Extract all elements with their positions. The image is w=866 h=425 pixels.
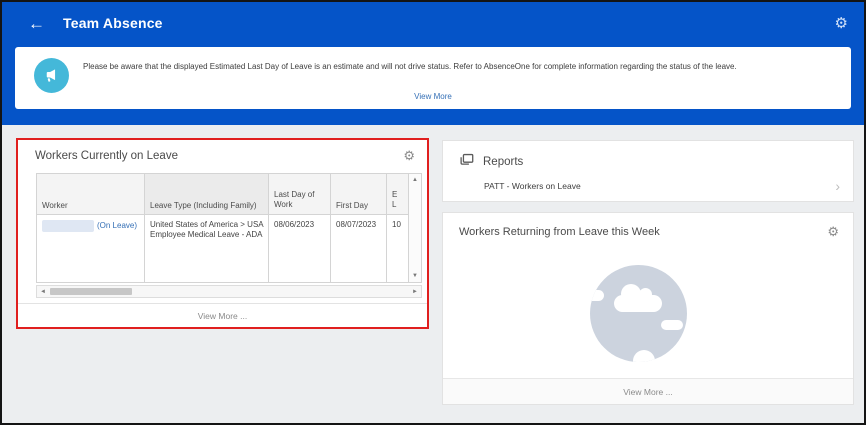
leave-type-line2: Employee Medical Leave - ADA — [150, 230, 263, 239]
top-header-bar: ← Team Absence ⚙ Please be aware that th… — [2, 2, 864, 125]
cloud-small-left-icon — [590, 290, 604, 301]
workers-returning-view-more[interactable]: View More ... — [443, 378, 853, 404]
cell-first-day: 08/07/2023 — [331, 215, 387, 282]
workers-on-leave-gear-icon[interactable]: ⚙ — [403, 149, 415, 162]
scroll-left-icon[interactable]: ◄ — [40, 289, 46, 295]
table-grid: Worker Leave Type (Including Family) Las… — [37, 174, 408, 282]
column-header-estimated-truncated[interactable]: E L — [387, 174, 408, 214]
workers-on-leave-title: Workers Currently on Leave — [35, 149, 178, 162]
truncated-header-line1: E — [392, 190, 398, 199]
column-header-leave-type[interactable]: Leave Type (Including Family) — [145, 174, 269, 214]
back-arrow-icon[interactable]: ← — [28, 15, 45, 32]
horizontal-scrollbar-thumb[interactable] — [49, 288, 132, 295]
workers-returning-card: Workers Returning from Leave this Week ⚙… — [442, 212, 854, 405]
leave-type-line1: United States of America > USA — [150, 220, 264, 229]
cell-last-day-of-work: 08/06/2023 — [269, 215, 331, 282]
worker-name-redacted[interactable] — [42, 220, 94, 232]
header-row: ← Team Absence ⚙ — [2, 2, 864, 44]
megaphone-icon — [34, 58, 69, 93]
scroll-up-icon[interactable]: ▲ — [412, 177, 418, 183]
cloud-icon — [614, 284, 662, 312]
report-item-patt-workers-on-leave[interactable]: PATT - Workers on Leave › — [443, 171, 853, 194]
reports-header: Reports — [443, 141, 853, 171]
cloud-bottom-notch — [633, 350, 655, 362]
announcement-message: Please be aware that the displayed Estim… — [83, 62, 737, 71]
truncated-header-line2: L — [392, 200, 397, 209]
workers-on-leave-panel: Workers Currently on Leave ⚙ Worker Leav… — [16, 138, 429, 329]
reports-icon — [459, 153, 474, 171]
header-gear-icon[interactable]: ⚙ — [835, 16, 848, 31]
reports-card: Reports PATT - Workers on Leave › — [442, 140, 854, 202]
column-header-worker[interactable]: Worker — [37, 174, 145, 214]
column-header-last-day-of-work[interactable]: Last Day of Work — [269, 174, 331, 214]
announcement-banner: Please be aware that the displayed Estim… — [15, 47, 851, 109]
report-item-label: PATT - Workers on Leave — [484, 181, 581, 191]
app-window: ← Team Absence ⚙ Please be aware that th… — [0, 0, 866, 425]
column-header-first-day[interactable]: First Day — [331, 174, 387, 214]
empty-state-cloud-illustration — [590, 265, 687, 362]
table-row: (On Leave) United States of America > US… — [37, 215, 408, 282]
cell-leave-type: United States of America > USA Employee … — [145, 215, 269, 282]
vertical-scrollbar[interactable]: ▲ ▼ — [408, 174, 421, 282]
cell-estimated-truncated: 10 — [392, 220, 401, 229]
table-header-row: Worker Leave Type (Including Family) Las… — [37, 174, 408, 215]
cloud-small-right-icon — [661, 320, 683, 330]
scroll-right-icon[interactable]: ► — [412, 289, 418, 295]
reports-title: Reports — [483, 156, 524, 168]
workers-returning-header: Workers Returning from Leave this Week ⚙ — [443, 213, 853, 238]
workers-on-leave-header: Workers Currently on Leave ⚙ — [18, 140, 427, 166]
horizontal-scrollbar[interactable]: ◄ ► — [36, 285, 422, 298]
cell-worker: (On Leave) — [37, 215, 145, 282]
workers-on-leave-view-more[interactable]: View More ... — [18, 303, 427, 327]
workers-returning-title: Workers Returning from Leave this Week — [459, 225, 660, 238]
workers-on-leave-table: Worker Leave Type (Including Family) Las… — [36, 173, 422, 283]
workers-returning-gear-icon[interactable]: ⚙ — [827, 225, 839, 238]
announcement-view-more-link[interactable]: View More — [15, 92, 851, 101]
scroll-down-icon[interactable]: ▼ — [412, 273, 418, 279]
page-title: Team Absence — [63, 15, 163, 31]
chevron-right-icon: › — [835, 177, 840, 194]
worker-on-leave-link[interactable]: (On Leave) — [97, 221, 137, 230]
